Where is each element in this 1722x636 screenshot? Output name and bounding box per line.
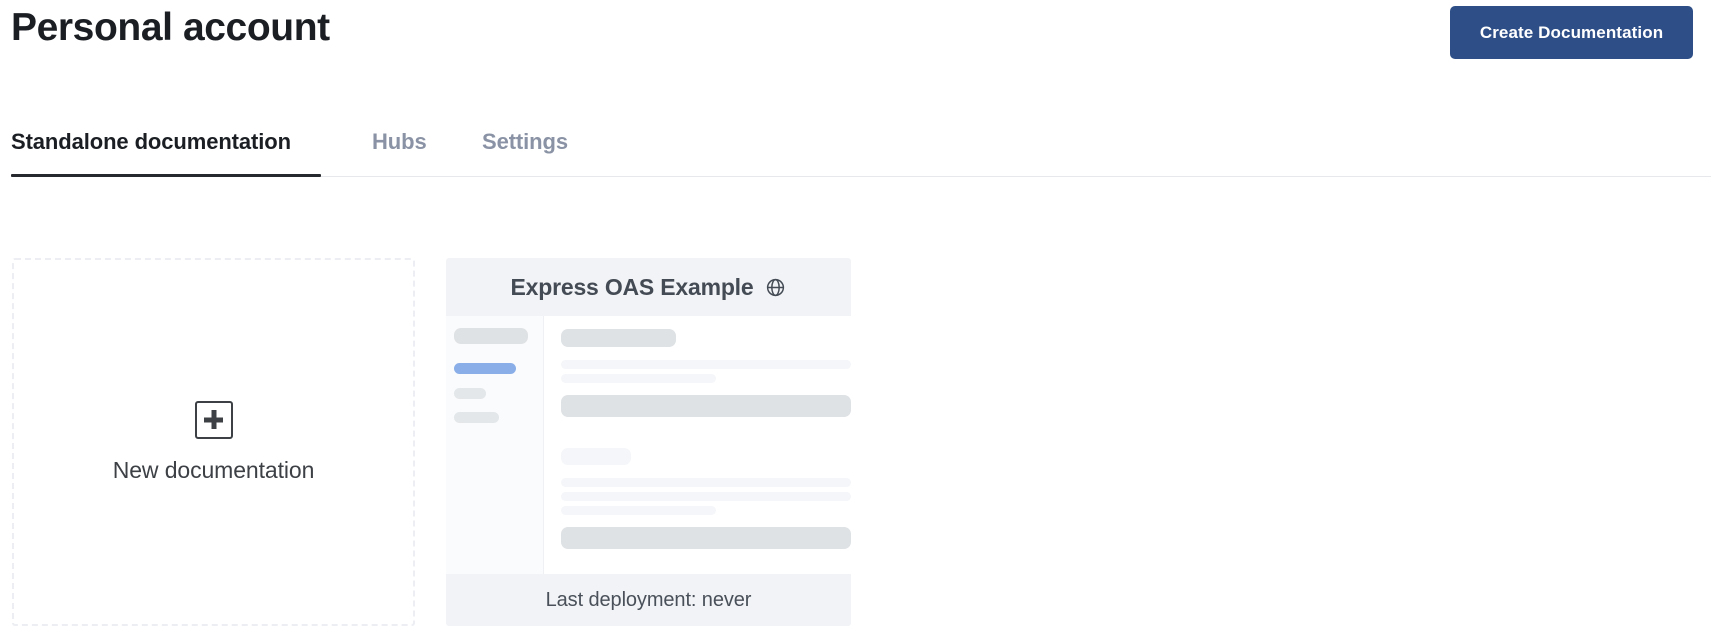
sidebar-skeleton-bar-3 [454,412,499,423]
tab-hubs[interactable]: Hubs [372,108,427,176]
content-skeleton-pill [561,448,631,465]
content-skeleton-line-3 [561,478,851,487]
content-skeleton-heading [561,329,676,347]
content-skeleton-line-2 [561,374,716,383]
create-documentation-button[interactable]: Create Documentation [1450,6,1693,59]
last-deployment-status: Last deployment: never [545,588,752,611]
content-skeleton-line-5 [561,506,716,515]
documentation-card-grid: New documentation Express OAS Example La… [0,258,1722,636]
new-documentation-card[interactable]: New documentation [12,258,415,626]
documentation-card-header: Express OAS Example [446,258,851,316]
active-tab-indicator [11,174,321,177]
content-skeleton-line-4 [561,492,851,501]
documentation-card[interactable]: Express OAS Example Last deployment: nev… [446,258,851,626]
plus-square-icon [194,400,233,439]
tab-settings[interactable]: Settings [482,108,568,176]
sidebar-skeleton-bar-2 [454,388,486,399]
documentation-card-footer: Last deployment: never [446,574,851,626]
tab-standalone-documentation[interactable]: Standalone documentation [11,108,291,176]
content-skeleton-block-1 [561,395,851,417]
sidebar-skeleton-bar-1 [454,328,528,344]
tab-bar: Standalone documentation Hubs Settings [0,108,1722,186]
page-title: Personal account [11,6,330,49]
new-documentation-label: New documentation [112,456,315,483]
app-root: Personal account Create Documentation St… [0,0,1722,636]
sidebar-skeleton-bar-active [454,363,516,374]
globe-icon [765,277,786,298]
page-header: Personal account Create Documentation [0,0,1722,78]
preview-content [544,316,851,596]
content-skeleton-block-2 [561,527,851,549]
preview-sidebar [446,316,544,596]
documentation-card-title: Express OAS Example [510,273,754,300]
documentation-preview [446,316,851,596]
content-skeleton-line-1 [561,360,851,369]
